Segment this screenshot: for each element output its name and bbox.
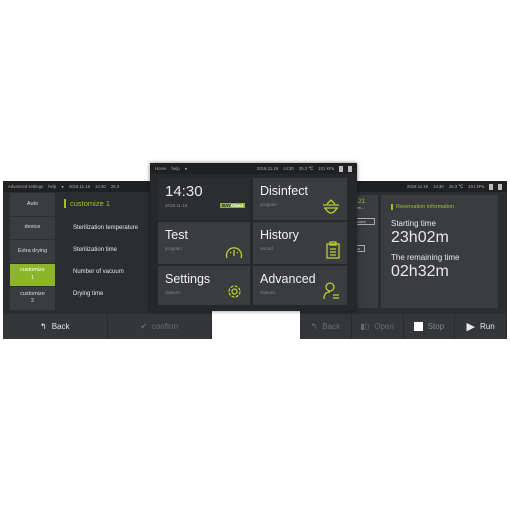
help-link[interactable]: help [171,166,179,171]
time: 14:30 [433,184,444,189]
user-settings-icon [323,282,339,300]
temperature: 25.3 [110,184,120,189]
date: 2018.11.19 [256,166,279,171]
tile-advanced[interactable]: Advanced Options [253,266,347,305]
help-link[interactable]: help [48,184,56,189]
footer-bar: ↰ Back ✔ confirm [3,314,212,339]
tile-subtitle: Options [260,290,276,295]
battery-icon [348,165,352,172]
tile-history[interactable]: History record [253,222,347,264]
run-label: Run [480,322,495,331]
time: 14:30 [95,184,106,189]
footer-bar: ↰ Back ▮▯ Open Stop ▶ Run [300,314,507,339]
tile-subtitle: record [260,246,273,251]
date: 2018.11.19 [406,184,429,189]
clipboard-icon [326,241,340,259]
pressure: 101 kPa [468,184,484,189]
back-label: Back [51,322,70,331]
remaining-time-label: The remaining time [391,253,460,262]
clock-date: 2018.11.19 [165,203,188,208]
gauge-icon [225,247,243,259]
remaining-time-value: 02h32m [391,263,449,280]
section-title: customize 1 [64,199,110,208]
sidebar-item-extra-drying[interactable]: Extra drying [10,240,55,264]
back-button[interactable]: ↰ Back [3,314,108,339]
row-label: Sterilization temperature [73,225,139,231]
door-icon [339,165,343,172]
help-icon[interactable]: ● [185,166,188,171]
tile-disinfect[interactable]: Disinfect program [253,178,347,220]
open-label: Open [374,322,394,331]
stop-button[interactable]: Stop [404,314,456,339]
program-card[interactable]: 121 ent... ssure us [355,195,378,308]
sidebar-item-customize-1[interactable]: customize 1 [10,263,55,287]
tile-title: Test [165,228,188,242]
tile-subtitle: Options [165,290,181,295]
help-icon[interactable]: ● [61,184,64,189]
check-icon: ✔ [140,322,147,331]
gear-icon [228,285,241,298]
status-bar: Home help ● 2018.11.19 14:30 25.3 ℃ 101 … [150,163,357,174]
temperature: 25.3 ℃ [298,165,314,171]
stop-icon [413,322,423,331]
door-icon [489,183,493,190]
confirm-button[interactable]: ✔ confirm [108,314,212,339]
battery-icon [498,183,502,190]
tile-subtitle: program [260,202,277,207]
confirm-label: confirm [151,322,179,331]
run-button[interactable]: ▶ Run [455,314,507,339]
row-label: Sterilization time [73,247,118,253]
back-button[interactable]: ↰ Back [300,314,352,339]
time: 14:30 [283,166,294,171]
home-link[interactable]: Home [155,166,166,171]
tile-title: Settings [165,272,211,286]
sidebar-item-device[interactable]: device [10,217,55,240]
clock-time: 14:30 [165,183,203,200]
back-label: Back [322,322,341,331]
tile-subtitle: program [165,246,182,251]
reservation-title: Reservation information [391,204,488,210]
brand-logo: BAYONed [219,203,245,208]
reservation-card: Reservation information Starting time 23… [381,195,498,308]
sidebar: Auto device Extra drying customize 1 cus… [10,193,55,311]
starting-time-label: Starting time [391,219,436,228]
temperature: 25.3 ℃ [448,183,464,189]
back-arrow-icon: ↰ [310,322,318,331]
clock-tile: 14:30 2018.11.19 BAYONed [158,178,250,220]
play-icon: ▶ [466,321,476,333]
sterilizer-icon [323,199,339,214]
sidebar-item-auto[interactable]: Auto [10,193,55,217]
open-button[interactable]: ▮▯ Open [352,314,404,339]
tile-title: History [260,228,299,242]
tile-test[interactable]: Test program [158,222,250,264]
home-screen: Home help ● 2018.11.19 14:30 25.3 ℃ 101 … [150,163,357,311]
row-label: Drying time [73,291,104,297]
door-open-icon: ▮▯ [360,322,370,331]
screen-title: Advanced settings [8,184,44,189]
tile-title: Disinfect [260,184,308,198]
pressure: 101 kPa [318,166,334,171]
program-desc: ent... [355,205,364,210]
sidebar-item-customize-2[interactable]: customize 2 [10,287,55,311]
date: 2018.11.19 [68,184,91,189]
stop-label: Stop [427,322,445,331]
row-label: Number of vacuum [73,269,124,275]
tile-title: Advanced [260,272,316,286]
pressure-badge: ssure [355,218,375,225]
starting-time-value: 23h02m [391,229,449,246]
tile-settings[interactable]: Settings Options [158,266,250,305]
back-arrow-icon: ↰ [40,322,47,331]
